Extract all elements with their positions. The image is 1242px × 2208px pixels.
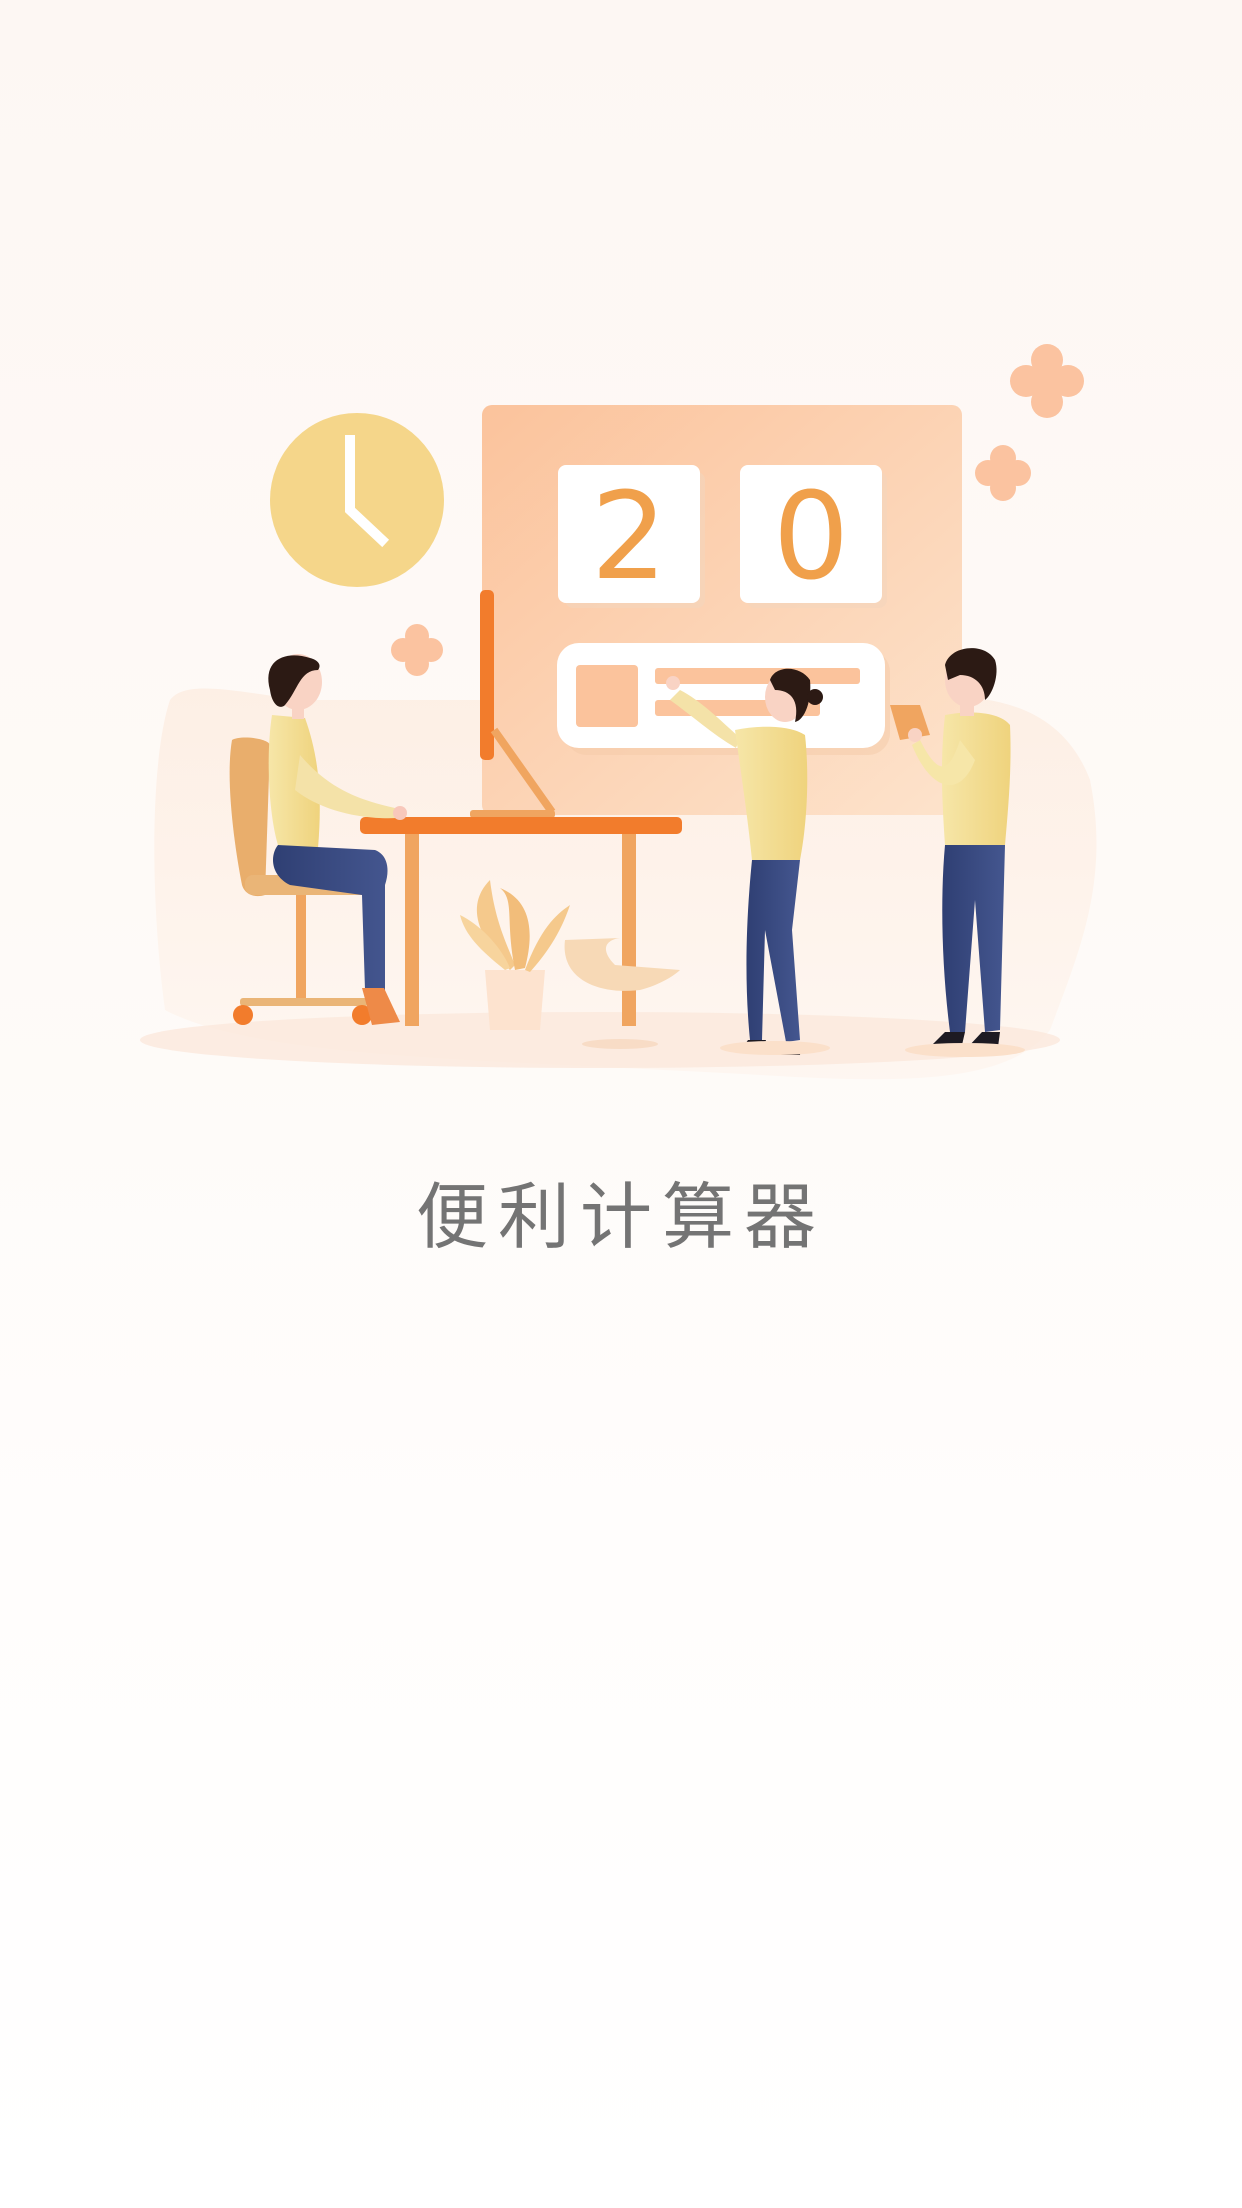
flower-icon [1010, 344, 1084, 418]
counter-digit: 2 [591, 468, 667, 607]
flower-icon [391, 624, 443, 676]
splash-screen: 2 0 便利计算器 [0, 0, 1242, 2208]
counter-digit: 0 [773, 468, 849, 607]
digit-card-1: 2 [558, 465, 705, 608]
digit-card-2: 0 [740, 465, 887, 608]
flower-icon [975, 445, 1031, 501]
clock-icon [270, 413, 444, 587]
splash-illustration: 2 0 [140, 344, 1097, 1080]
floor-shadow [582, 1039, 658, 1049]
app-title: 便利计算器 [415, 1175, 826, 1259]
